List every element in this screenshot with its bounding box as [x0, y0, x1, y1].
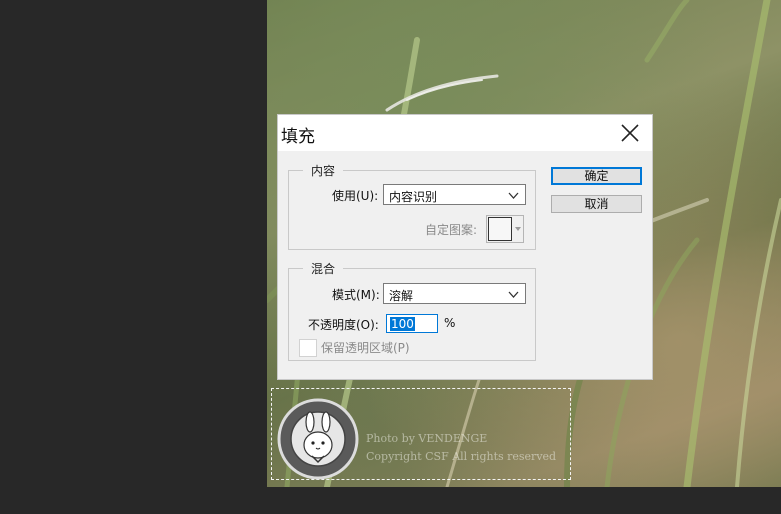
close-icon	[621, 124, 639, 142]
custom-pattern-picker	[486, 215, 524, 243]
opacity-value: 100	[390, 317, 415, 331]
ok-button[interactable]: 确定	[551, 167, 642, 185]
preserve-transparency-label: 保留透明区域(P)	[321, 341, 410, 355]
mode-select[interactable]: 溶解	[383, 283, 526, 304]
content-group-label: 内容	[303, 162, 344, 179]
dialog-titlebar[interactable]: 填充	[278, 115, 652, 151]
mode-select-value: 溶解	[389, 289, 414, 303]
opacity-input[interactable]: 100	[386, 314, 438, 333]
chevron-down-icon	[515, 227, 521, 231]
blend-group-label: 混合	[303, 260, 344, 277]
custom-pattern-label: 自定图案:	[425, 223, 478, 237]
watermark-text: Photo by VENDENGE Copyright CSF All righ…	[366, 430, 556, 466]
watermark-line-1: Photo by VENDENGE	[366, 432, 488, 445]
dialog-title: 填充	[281, 127, 315, 147]
mode-label: 模式(M):	[332, 288, 380, 302]
preserve-transparency-checkbox[interactable]	[299, 339, 317, 357]
pattern-preview	[488, 217, 512, 241]
chevron-down-icon	[508, 291, 519, 298]
fill-dialog: 填充 内容 使用(U): 内容识别 自定图案: 混合 模式(M): 溶解 不透明…	[277, 114, 653, 380]
content-group: 内容 使用(U): 内容识别 自定图案:	[288, 162, 536, 250]
use-select[interactable]: 内容识别	[383, 184, 526, 205]
opacity-label: 不透明度(O):	[308, 318, 379, 332]
cancel-button[interactable]: 取消	[551, 195, 642, 213]
blend-group: 混合 模式(M): 溶解 不透明度(O): 100 % 保留透明区域(P)	[288, 260, 536, 361]
opacity-unit: %	[444, 316, 456, 330]
chevron-down-icon	[508, 192, 519, 199]
use-select-value: 内容识别	[389, 190, 438, 204]
watermark-line-2: Copyright CSF All rights reserved	[366, 450, 557, 463]
watermark-logo	[277, 398, 359, 480]
use-label: 使用(U):	[332, 189, 379, 203]
close-button[interactable]	[618, 121, 642, 145]
